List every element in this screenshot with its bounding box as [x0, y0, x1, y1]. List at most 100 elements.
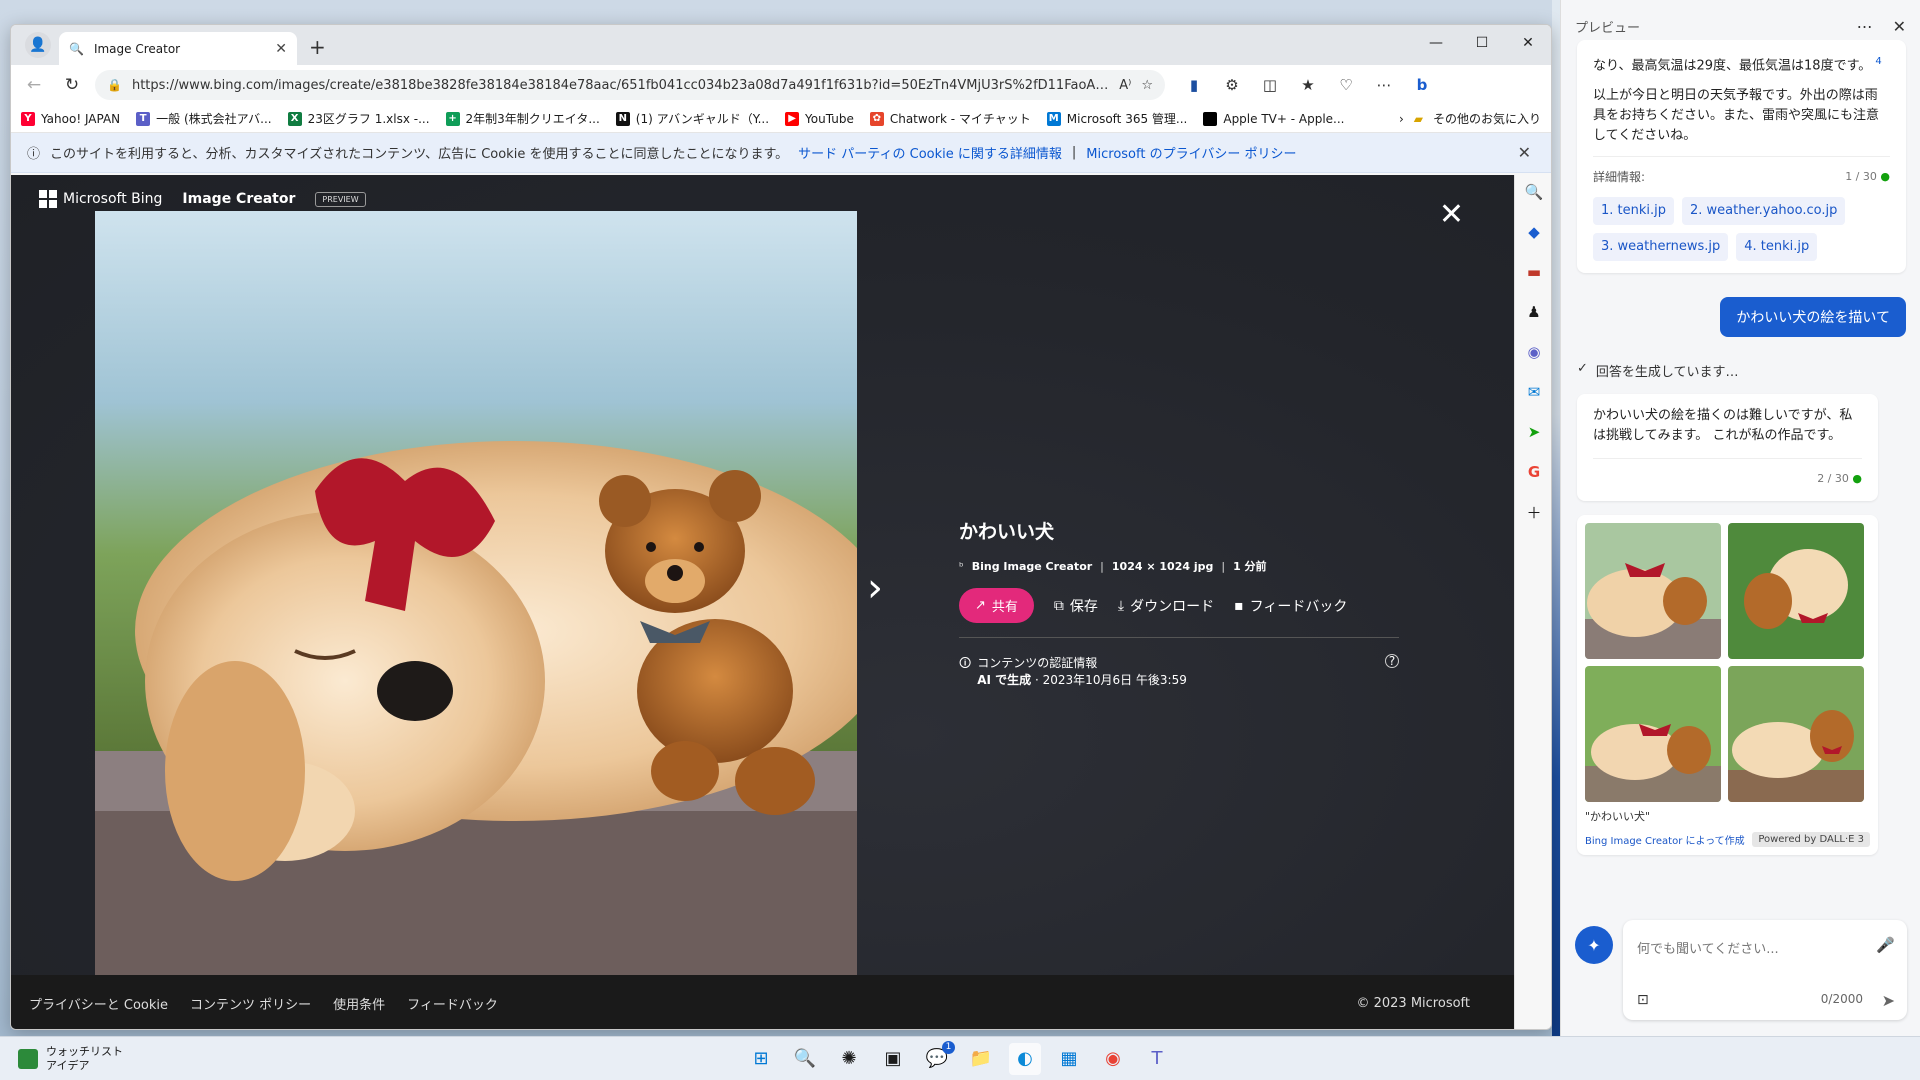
- browser-essentials-icon[interactable]: ♡: [1329, 70, 1363, 100]
- generated-image[interactable]: [95, 211, 857, 975]
- microsoft365-icon[interactable]: ◉: [1521, 339, 1547, 365]
- bookmark-item[interactable]: Apple TV+ - Apple...: [1203, 111, 1345, 126]
- thumbnail-2[interactable]: [1728, 523, 1864, 660]
- bookmark-item[interactable]: N (1) アバンギャルド（Y...: [615, 110, 769, 127]
- start-icon[interactable]: ⊞: [745, 1043, 777, 1075]
- source-link[interactable]: 1. tenki.jp: [1593, 197, 1675, 226]
- back-icon[interactable]: ←: [19, 70, 49, 100]
- close-window-icon[interactable]: ✕: [1505, 25, 1551, 61]
- share-button[interactable]: ↗ 共有: [959, 588, 1034, 623]
- bookmark-item[interactable]: X 23区グラフ 1.xlsx -...: [287, 110, 430, 127]
- source-link[interactable]: 2. weather.yahoo.co.jp: [1682, 197, 1846, 226]
- generated-images-card: "かわいい犬" Bing Image Creator によって作成 Powere…: [1577, 515, 1878, 856]
- close-modal-icon[interactable]: ✕: [1439, 197, 1464, 232]
- store-icon[interactable]: ▦: [1053, 1043, 1085, 1075]
- extension-chart-icon[interactable]: ▮: [1177, 70, 1211, 100]
- thumbnail-3[interactable]: [1585, 666, 1721, 803]
- outlook-icon[interactable]: ✉: [1521, 379, 1547, 405]
- image-actions: ↗ 共有 ⧉ 保存 ⤓ ダウンロード ▪ フィードバック: [959, 588, 1399, 638]
- new-tab-button[interactable]: +: [309, 35, 326, 59]
- download-button[interactable]: ⤓ ダウンロード: [1118, 596, 1214, 616]
- more-options-icon[interactable]: ⋯: [1857, 17, 1873, 36]
- widgets-button[interactable]: ウォッチリスト アイデア: [18, 1045, 123, 1073]
- bookmark-item[interactable]: T 一般 (株式会社アバ...: [136, 110, 272, 127]
- download-label: ダウンロード: [1130, 598, 1215, 615]
- games-icon[interactable]: ♟: [1521, 299, 1547, 325]
- close-banner-icon[interactable]: ✕: [1518, 143, 1531, 162]
- chat-input[interactable]: 何でも聞いてください... 🎤 ⊡ 0/2000 ➤: [1623, 920, 1907, 1020]
- download-icon: ⤓: [1117, 597, 1125, 614]
- thumbnail-4[interactable]: [1728, 666, 1864, 803]
- thumbnail-1[interactable]: [1585, 523, 1721, 660]
- source-link[interactable]: 4. tenki.jp: [1736, 233, 1818, 262]
- tab-close-icon[interactable]: ✕: [275, 41, 287, 57]
- copilot-taskbar-icon[interactable]: ✺: [833, 1043, 865, 1075]
- bookmark-item[interactable]: M Microsoft 365 管理...: [1046, 110, 1187, 127]
- favorites-icon[interactable]: ★: [1291, 70, 1325, 100]
- other-favorites[interactable]: その他のお気に入り: [1433, 110, 1541, 127]
- powered-by-badge: Powered by DALL·E 3: [1752, 832, 1870, 848]
- microsoft-bing-logo[interactable]: Microsoft Bing: [39, 190, 162, 208]
- file-explorer-icon[interactable]: 📁: [965, 1043, 997, 1075]
- add-icon[interactable]: ＋: [1521, 499, 1547, 525]
- taskbar: ウォッチリスト アイデア ⊞ 🔍 ✺ ▣ 💬 1 📁 ◐ ▦ ◉ T: [0, 1036, 1920, 1080]
- stock-widget-icon: [18, 1048, 38, 1069]
- footer-link-privacy[interactable]: プライバシーと Cookie: [29, 994, 168, 1013]
- microphone-icon[interactable]: 🎤: [1876, 936, 1895, 954]
- profile-icon[interactable]: 👤: [25, 32, 51, 58]
- tools-icon[interactable]: ▬: [1521, 259, 1547, 285]
- bookmark-favicon: N: [615, 111, 630, 126]
- chrome-icon[interactable]: ◉: [1097, 1043, 1129, 1075]
- image-creator-title[interactable]: Image Creator: [182, 191, 295, 207]
- created-by-link[interactable]: Bing Image Creator によって作成: [1585, 832, 1745, 847]
- bookmark-item[interactable]: ▶ YouTube: [785, 111, 854, 126]
- teams-chat-icon[interactable]: 💬 1: [921, 1040, 955, 1075]
- send-icon[interactable]: ➤: [1521, 419, 1547, 445]
- refresh-icon[interactable]: ↻: [57, 70, 87, 100]
- image-meta: ᵇ Bing Image Creator | 1024 × 1024 jpg |…: [959, 558, 1399, 574]
- chat-scroll[interactable]: なり、最高気温は29度、最低気温は18度です。 4 以上が今日と明日の天気予報で…: [1561, 40, 1920, 940]
- bookmark-item[interactable]: Y Yahoo! JAPAN: [21, 111, 120, 126]
- chat-input-area: ✦ 何でも聞いてください... 🎤 ⊡ 0/2000 ➤: [1575, 920, 1907, 1020]
- google-icon[interactable]: G: [1521, 459, 1547, 485]
- bookmark-item[interactable]: +2年制3年制クリエイタ...: [445, 110, 600, 127]
- footer-link-content-policy[interactable]: コンテンツ ポリシー: [190, 994, 311, 1013]
- close-pane-icon[interactable]: ✕: [1893, 17, 1906, 36]
- chevron-right-icon[interactable]: ›: [1399, 112, 1404, 126]
- citation-4[interactable]: 4: [1875, 56, 1881, 67]
- next-image-icon[interactable]: ›: [867, 565, 883, 611]
- feedback-button[interactable]: ▪ フィードバック: [1234, 596, 1347, 616]
- search-icon[interactable]: 🔍: [789, 1043, 821, 1075]
- copilot-icon[interactable]: b: [1405, 70, 1439, 100]
- tab-image-creator[interactable]: 🔍 Image Creator ✕: [59, 32, 297, 65]
- teams-icon[interactable]: T: [1141, 1043, 1173, 1075]
- extensions-icon[interactable]: ⚙: [1215, 70, 1249, 100]
- favorite-star-icon[interactable]: ☆: [1141, 78, 1153, 93]
- image-input-icon[interactable]: ⊡: [1637, 992, 1649, 1008]
- minimize-icon[interactable]: —: [1413, 25, 1459, 61]
- third-party-cookie-link[interactable]: サード パーティの Cookie に関する詳細情報: [798, 143, 1062, 162]
- edge-icon[interactable]: ◐: [1009, 1042, 1041, 1075]
- send-icon[interactable]: ➤: [1882, 991, 1895, 1010]
- save-button[interactable]: ⧉ 保存: [1054, 596, 1098, 616]
- split-screen-icon[interactable]: ◫: [1253, 70, 1287, 100]
- meta-sep: |: [1100, 559, 1104, 573]
- lock-icon[interactable]: 🔒: [107, 78, 122, 92]
- bookmark-favicon: ▶: [785, 111, 800, 126]
- search-icon[interactable]: 🔍: [1521, 179, 1547, 205]
- address-bar[interactable]: 🔒 https://www.bing.com/images/create/e38…: [95, 70, 1165, 100]
- help-icon[interactable]: ?: [1385, 654, 1399, 668]
- privacy-policy-link[interactable]: Microsoft のプライバシー ポリシー: [1086, 143, 1296, 162]
- bookmark-item[interactable]: ✿ Chatwork - マイチャット: [869, 110, 1031, 127]
- maximize-icon[interactable]: ☐: [1459, 25, 1505, 61]
- footer-link-feedback[interactable]: フィードバック: [407, 994, 498, 1013]
- bookmark-label: 23区グラフ 1.xlsx -...: [307, 112, 430, 126]
- source-link[interactable]: 3. weathernews.jp: [1593, 233, 1729, 262]
- shopping-tag-icon[interactable]: ◆: [1521, 219, 1547, 245]
- footer-link-terms[interactable]: 使用条件: [333, 994, 385, 1013]
- more-menu-icon[interactable]: ⋯: [1367, 70, 1401, 100]
- task-view-icon[interactable]: ▣: [877, 1043, 909, 1075]
- read-aloud-icon[interactable]: A⁾: [1119, 78, 1131, 93]
- new-topic-button[interactable]: ✦: [1575, 926, 1613, 964]
- weather-text-2: 以上が今日と明日の天気予報です。外出の際は雨具をお持ちください。また、雷雨や突風…: [1593, 88, 1880, 144]
